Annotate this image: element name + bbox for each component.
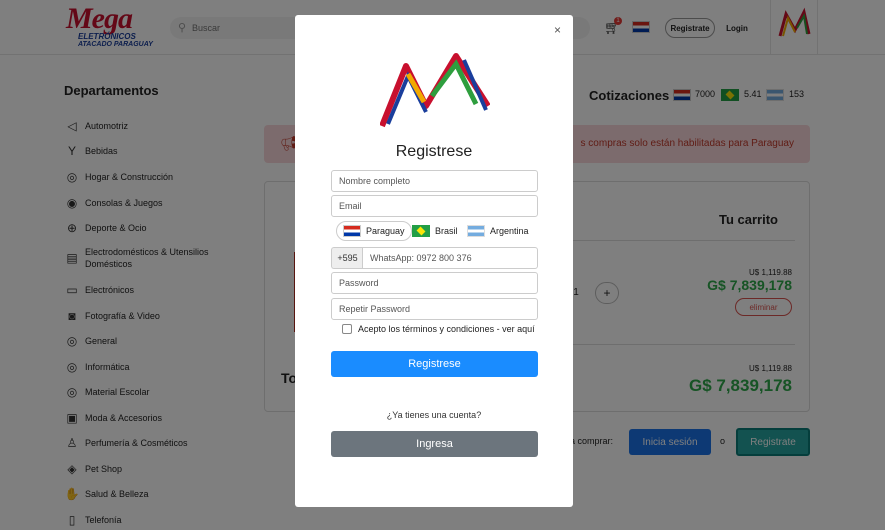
- country-option-argentina[interactable]: Argentina: [467, 221, 529, 241]
- country-label: Paraguay: [366, 226, 405, 236]
- password-field[interactable]: [331, 272, 538, 294]
- repeat-password-field[interactable]: [331, 298, 538, 320]
- country-label: Argentina: [490, 226, 529, 236]
- terms-checkbox[interactable]: [342, 324, 352, 334]
- whatsapp-field[interactable]: [362, 247, 538, 269]
- terms-row: Acepto los términos y condiciones - ver …: [342, 324, 535, 334]
- email-field[interactable]: [331, 195, 538, 217]
- close-icon[interactable]: ×: [554, 23, 561, 37]
- brazil-flag-icon: [412, 225, 430, 237]
- register-modal: × Registrese Paraguay Brasil Argentina +…: [295, 15, 573, 507]
- country-option-brasil[interactable]: Brasil: [412, 221, 458, 241]
- country-option-paraguay[interactable]: Paraguay: [336, 221, 412, 241]
- ingresa-button[interactable]: Ingresa: [331, 431, 538, 457]
- register-submit-button[interactable]: Registrese: [331, 351, 538, 377]
- terms-label[interactable]: Acepto los términos y condiciones - ver …: [358, 324, 535, 334]
- brand-m-logo: [379, 52, 491, 135]
- paraguay-flag-icon: [343, 225, 361, 237]
- full-name-field[interactable]: [331, 170, 538, 192]
- country-label: Brasil: [435, 226, 458, 236]
- argentina-flag-icon: [467, 225, 485, 237]
- have-account-text: ¿Ya tienes una cuenta?: [386, 410, 482, 420]
- modal-title: Registrese: [395, 143, 473, 160]
- phone-prefix: +595: [331, 247, 363, 269]
